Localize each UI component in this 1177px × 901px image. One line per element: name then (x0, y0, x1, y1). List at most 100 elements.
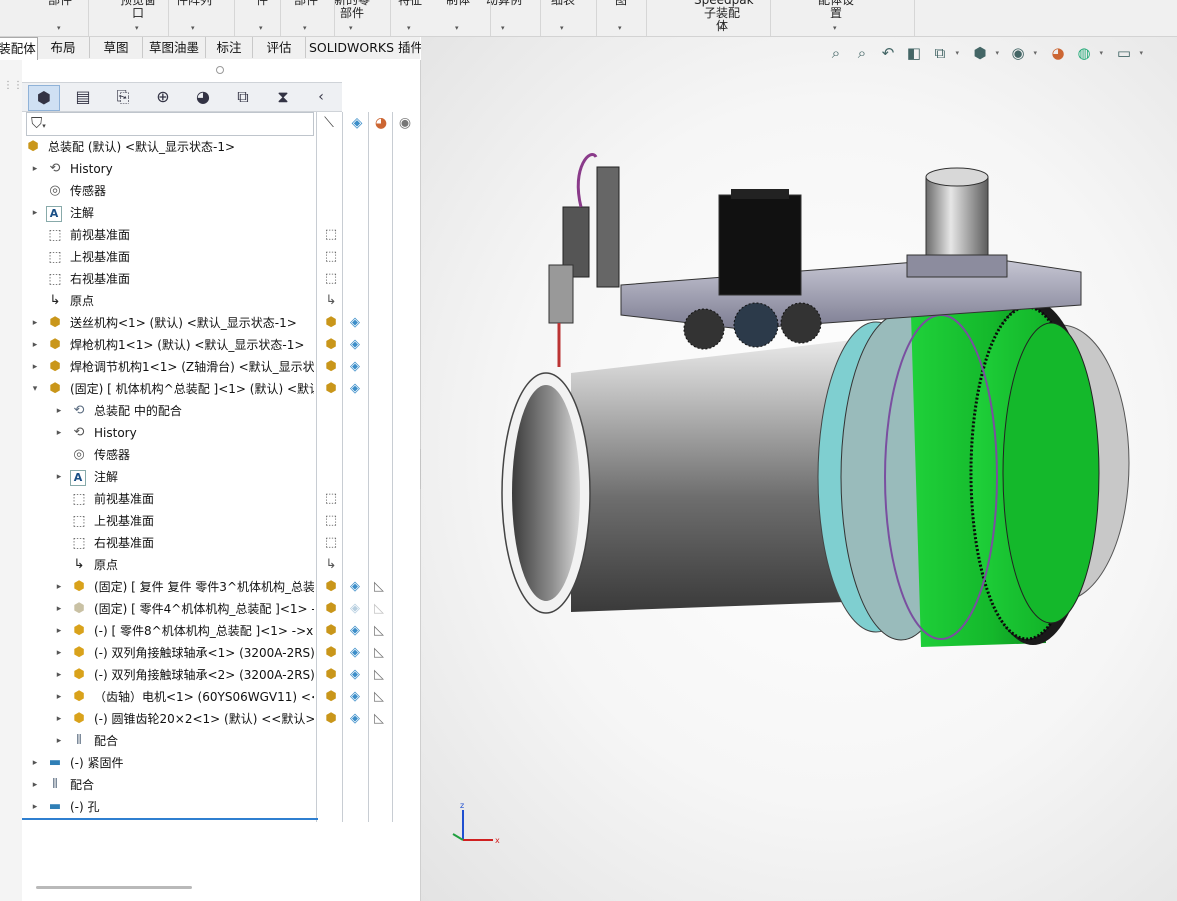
tree-item[interactable]: ◎ 传感器 (22, 444, 412, 466)
clr-state-icon[interactable]: ⬢ (322, 314, 340, 332)
plane-state-icon[interactable]: ⬚ (322, 248, 340, 266)
tree-item[interactable]: ▸ ⫴ 配合 (22, 730, 412, 752)
cube-state-icon[interactable]: ◈ (346, 644, 364, 662)
tree-item[interactable]: ▸ ⬢ (-) 双列角接触球轴承<1> (3200A-2RS) < ⬢ ◈ ◺ (22, 642, 412, 664)
plane-state-icon[interactable]: ⬚ (322, 534, 340, 552)
tri-state-icon[interactable]: ◺ (370, 600, 388, 618)
tree-item[interactable]: ▸ ⬢ 焊枪调节机构1<1> (Z轴滑台) <默认_显示状态 ⬢ ◈ (22, 356, 412, 378)
expand-arrow-icon[interactable]: ▸ (30, 312, 40, 334)
tri-state-icon[interactable]: ◺ (370, 688, 388, 706)
tree-item[interactable]: ▸ ⬢ （齿轴）电机<1> (60YS06WGV11) <<默 ⬢ ◈ ◺ (22, 686, 412, 708)
cube-state-icon[interactable]: ◈ (346, 578, 364, 596)
expand-arrow-icon[interactable]: ▸ (54, 664, 64, 686)
cube-state-icon[interactable]: ◈ (346, 380, 364, 398)
tri-state-icon[interactable]: ◺ (370, 666, 388, 684)
clr-state-icon[interactable]: ⬢ (322, 336, 340, 354)
ribbon-button[interactable]: Speedpak 子装配 体 ▾ (694, 0, 754, 33)
tree-item[interactable]: ⬚ 右视基准面 ⬚ (22, 532, 412, 554)
ribbon-button[interactable]: 新的零 部件 ▾ (324, 0, 380, 32)
tree-item[interactable]: ⬚ 前视基准面 ⬚ (22, 488, 412, 510)
property-manager-tab-icon[interactable]: ▤ (68, 85, 98, 109)
tree-item[interactable]: ▸ A 注解 (22, 466, 412, 488)
tree-item[interactable]: ⬚ 上视基准面 ⬚ (22, 510, 412, 532)
cube-state-icon[interactable]: ◈ (346, 666, 364, 684)
tab-4[interactable]: 标注 (206, 37, 253, 58)
tree-item[interactable]: ▸ ⬢ 焊枪机构1<1> (默认) <默认_显示状态-1> ⬢ ◈ (22, 334, 412, 356)
tree-item[interactable]: ▸ ⫴ 配合 (22, 774, 412, 796)
tree-item[interactable]: ▸ ▬ (-) 孔 (22, 796, 412, 818)
tab-2[interactable]: 草图 (90, 37, 143, 58)
expand-arrow-icon[interactable]: ▸ (54, 598, 64, 620)
tab-0[interactable]: 装配体 (0, 37, 38, 60)
collapse-tabs-icon[interactable]: ‹ (306, 85, 336, 109)
graphics-area[interactable]: ⌕ ⌕ ↶ ◧ ⧉ ▾ ⬢ ▾ ◉ ▾ ◕ ◍ ▾ ▭ ▾ z x (421, 37, 1177, 901)
tree-root[interactable]: ⬢ 总装配 (默认) <默认_显示状态-1> (22, 136, 322, 158)
plane-state-icon[interactable]: ⬚ (322, 512, 340, 530)
clr-state-icon[interactable]: ⬢ (322, 578, 340, 596)
ribbon-button[interactable]: 预览窗 口 ▾ (110, 0, 166, 32)
tree-item[interactable]: ⬚ 右视基准面 ⬚ (22, 268, 412, 290)
cube-state-icon[interactable]: ◈ (346, 336, 364, 354)
clr-state-icon[interactable]: ⬢ (322, 688, 340, 706)
tree-item[interactable]: ▸ ⟲ History (22, 422, 412, 444)
clr-state-icon[interactable]: ⬢ (322, 600, 340, 618)
expand-arrow-icon[interactable]: ▸ (30, 202, 40, 224)
tree-item[interactable]: ↳ 原点 ↳ (22, 290, 412, 312)
tri-state-icon[interactable]: ◺ (370, 710, 388, 728)
configuration-manager-tab-icon[interactable]: ⎘ (108, 85, 138, 109)
tree-item[interactable]: ⬚ 前视基准面 ⬚ (22, 224, 412, 246)
expand-arrow-icon[interactable]: ▸ (30, 752, 40, 774)
expand-arrow-icon[interactable]: ▸ (54, 686, 64, 708)
tree-item[interactable]: ▸ ⟲ History (22, 158, 412, 180)
cube-state-icon[interactable]: ◈ (346, 600, 364, 618)
plane-state-icon[interactable]: ⬚ (322, 270, 340, 288)
ribbon-button[interactable]: 配体设 置 ▾ (808, 0, 864, 32)
expand-arrow-icon[interactable]: ▸ (54, 730, 64, 752)
transparency-column-icon[interactable]: ◉ (394, 112, 416, 134)
tri-state-icon[interactable]: ◺ (370, 622, 388, 640)
expand-arrow-icon[interactable]: ▸ (30, 158, 40, 180)
expand-arrow-icon[interactable]: ▸ (54, 642, 64, 664)
expand-arrow-icon[interactable]: ▸ (30, 796, 40, 818)
dimxpert-tab-icon[interactable]: ⊕ (148, 85, 178, 109)
cam-feature-tab-icon[interactable]: ⧉ (228, 85, 258, 109)
clr-state-icon[interactable]: ⬢ (322, 622, 340, 640)
tab-6[interactable]: SOLIDWORKS 插件 (306, 37, 427, 58)
display-mode-column-icon[interactable]: ◈ (346, 112, 368, 134)
feature-manager-tab-icon[interactable]: ⬢ (28, 85, 60, 111)
origin-state-icon[interactable]: ↳ (322, 556, 340, 574)
tri-state-icon[interactable]: ◺ (370, 578, 388, 596)
cube-state-icon[interactable]: ◈ (346, 710, 364, 728)
tree-item[interactable]: ▸ ⬢ (-) 双列角接触球轴承<2> (3200A-2RS) < ⬢ ◈ ◺ (22, 664, 412, 686)
assembly-model-render[interactable] (421, 37, 1177, 901)
tree-item[interactable]: ▸ A 注解 (22, 202, 412, 224)
ribbon-button[interactable]: 件阵列 ▾ (166, 0, 222, 32)
expand-arrow-icon[interactable]: ▸ (54, 400, 64, 422)
tree-item[interactable]: ▸ ⬢ (固定) [ 复件 复件 零件3^机体机构_总装配 ⬢ ◈ ◺ (22, 576, 412, 598)
tab-3[interactable]: 草图油墨 (143, 37, 206, 58)
expand-arrow-icon[interactable]: ▸ (30, 774, 40, 796)
display-manager-tab-icon[interactable]: ◕ (188, 85, 218, 109)
expand-arrow-icon[interactable]: ▸ (54, 466, 64, 488)
cube-state-icon[interactable]: ◈ (346, 688, 364, 706)
cam-operation-tab-icon[interactable]: ⧗ (268, 85, 298, 109)
plane-state-icon[interactable]: ⬚ (322, 490, 340, 508)
tree-item[interactable]: ▸ ⬢ (固定) [ 零件4^机体机构_总装配 ]<1> -> ⬢ ◈ ◺ (22, 598, 412, 620)
tree-item[interactable]: ⬚ 上视基准面 ⬚ (22, 246, 412, 268)
tree-filter-box[interactable]: ⛉▾ (26, 112, 314, 136)
tree-item[interactable]: ▸ ⟲ 总装配 中的配合 (22, 400, 412, 422)
clr-state-icon[interactable]: ⬢ (322, 380, 340, 398)
ribbon-button[interactable]: 图 ▾ (593, 0, 649, 32)
tree-item[interactable]: ▸ ⬢ (-) 圆锥齿轮20×2<1> (默认) <<默认>_显 ⬢ ◈ ◺ (22, 708, 412, 730)
horizontal-scrollbar[interactable] (36, 886, 192, 889)
tree-item[interactable]: ◎ 传感器 (22, 180, 412, 202)
expand-arrow-icon[interactable]: ▸ (30, 356, 40, 378)
plane-state-icon[interactable]: ⬚ (322, 226, 340, 244)
clr-state-icon[interactable]: ⬢ (322, 710, 340, 728)
clr-state-icon[interactable]: ⬢ (322, 666, 340, 684)
tree-item[interactable]: ▸ ⬢ 送丝机构<1> (默认) <默认_显示状态-1> ⬢ ◈ (22, 312, 412, 334)
clr-state-icon[interactable]: ⬢ (322, 358, 340, 376)
expand-arrow-icon[interactable]: ▸ (54, 708, 64, 730)
expand-arrow-icon[interactable]: ▸ (30, 334, 40, 356)
tree-item[interactable]: ▾ ⬢ (固定) [ 机体机构^总装配 ]<1> (默认) <默认_ ⬢ ◈ (22, 378, 412, 400)
